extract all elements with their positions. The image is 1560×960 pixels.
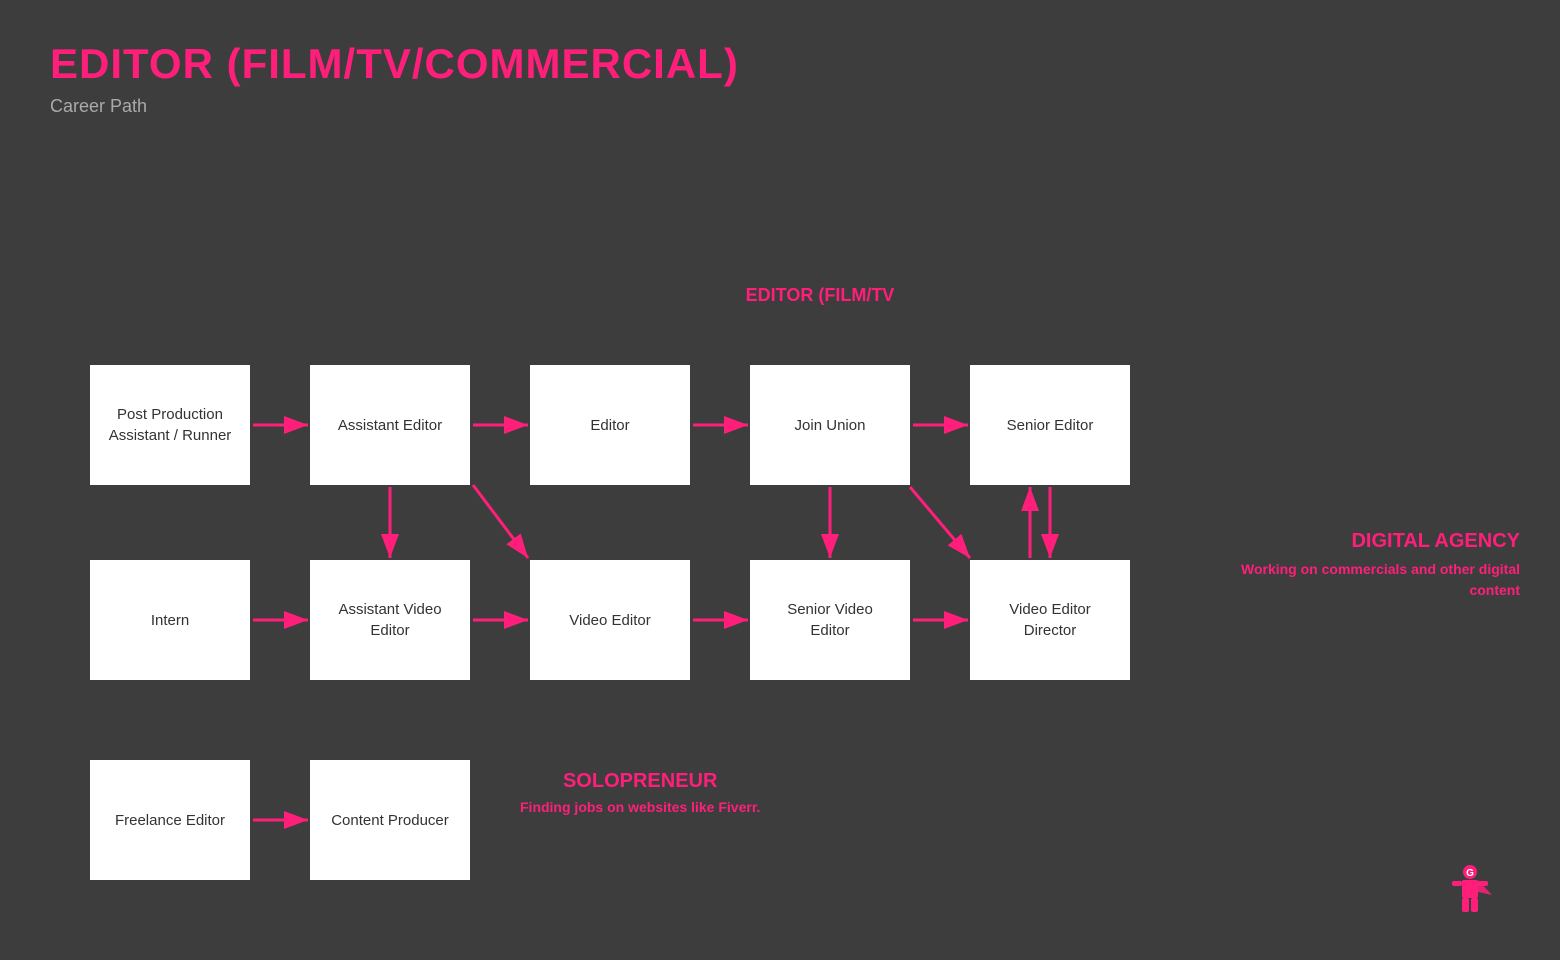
page-subtitle: Career Path <box>0 88 1560 117</box>
film-tv-label: EDITOR (FILM/TV <box>520 285 1120 306</box>
card-assistant_video_editor: Assistant VideoEditor <box>310 560 470 680</box>
card-freelance_editor: Freelance Editor <box>90 760 250 880</box>
card-intern: Intern <box>90 560 250 680</box>
card-senior_editor: Senior Editor <box>970 365 1130 485</box>
page-title: EDITOR (FILM/TV/COMMERCIAL) <box>0 0 1560 88</box>
svg-text:G: G <box>1466 868 1474 879</box>
card-senior_video_editor: Senior VideoEditor <box>750 560 910 680</box>
digital-agency-label: DIGITAL AGENCY Working on commercials an… <box>1241 530 1520 601</box>
card-post_production: Post ProductionAssistant / Runner <box>90 365 250 485</box>
logo: G <box>1440 860 1500 920</box>
card-video_editor: Video Editor <box>530 560 690 680</box>
card-assistant_editor: Assistant Editor <box>310 365 470 485</box>
card-content_producer: Content Producer <box>310 760 470 880</box>
card-video_editor_director: Video EditorDirector <box>970 560 1130 680</box>
diagram-container: EDITOR (FILM/TV <box>0 130 1560 930</box>
card-join_union: Join Union <box>750 365 910 485</box>
solopreneur-label: SOLOPRENEUR Finding jobs on websites lik… <box>520 770 760 815</box>
card-editor: Editor <box>530 365 690 485</box>
